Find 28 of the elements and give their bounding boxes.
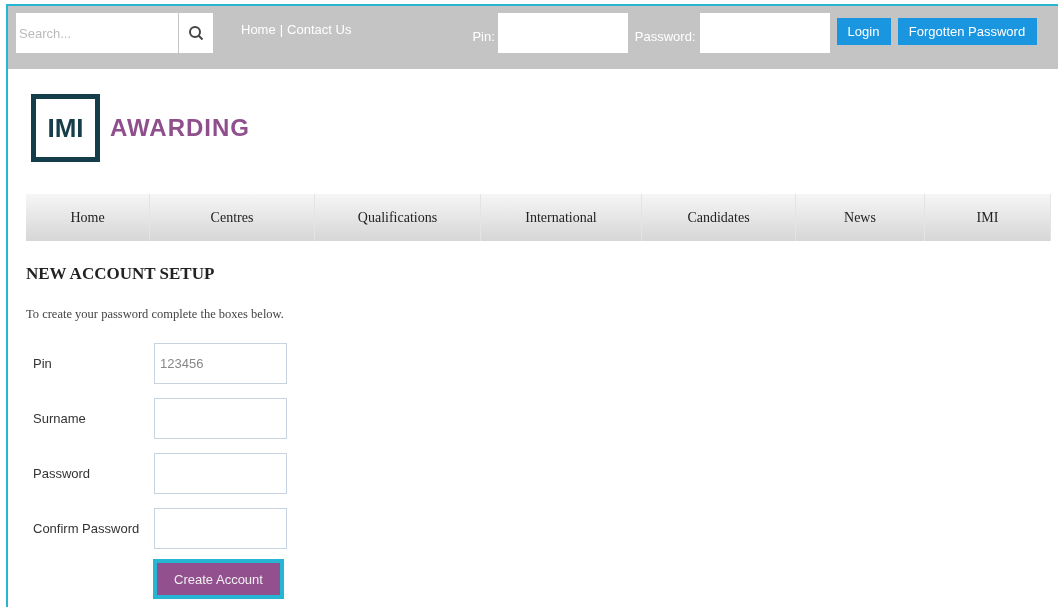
- create-account-button[interactable]: Create Account: [153, 559, 284, 600]
- pin-label: Pin:: [472, 28, 495, 46]
- nav-item[interactable]: Candidates: [642, 194, 796, 241]
- field-label: Pin: [33, 355, 53, 373]
- nav-item[interactable]: News: [796, 194, 925, 241]
- nav-item[interactable]: Qualifications: [315, 194, 481, 241]
- nav-item[interactable]: International: [481, 194, 642, 241]
- logo-mark: IMI: [31, 94, 100, 162]
- search-button[interactable]: [179, 13, 213, 53]
- field-label: Password: [33, 465, 92, 483]
- form-field[interactable]: [154, 453, 287, 495]
- link-separator: |: [279, 21, 284, 39]
- field-label: Surname: [33, 410, 87, 428]
- pin-field[interactable]: [497, 13, 628, 53]
- nav-item[interactable]: Centres: [150, 194, 315, 241]
- page-title: NEW ACCOUNT SETUP: [26, 263, 216, 285]
- logo-name: AWARDING: [110, 113, 250, 143]
- password-field[interactable]: [699, 13, 830, 53]
- form-field[interactable]: 123456: [154, 343, 287, 385]
- form-field[interactable]: [154, 398, 287, 440]
- intro-text: To create your password complete the boxes below.: [26, 305, 285, 323]
- search-field[interactable]: Search...: [16, 13, 178, 53]
- form-field[interactable]: [154, 508, 287, 550]
- nav-item[interactable]: IMI: [925, 194, 1051, 241]
- field-label: Confirm Password: [33, 520, 141, 538]
- nav-item[interactable]: Home: [26, 194, 150, 241]
- password-label: Password:: [634, 28, 696, 46]
- search-icon: [188, 25, 204, 41]
